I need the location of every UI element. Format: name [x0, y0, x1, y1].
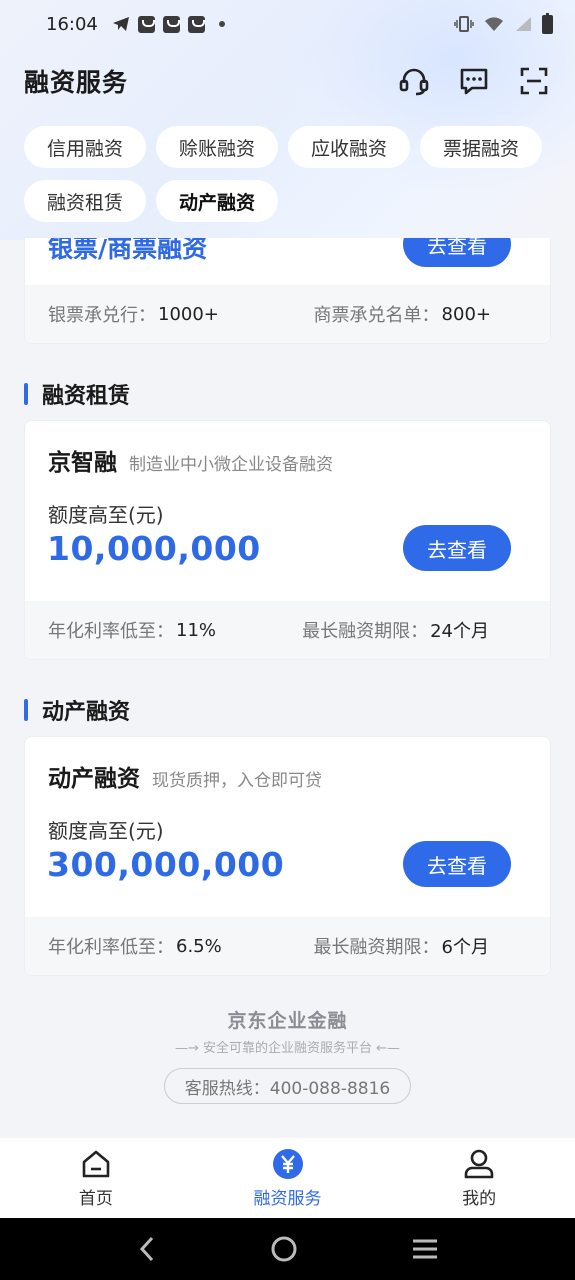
battery-icon: [542, 12, 553, 34]
tab-profile[interactable]: 我的: [383, 1138, 575, 1218]
bottom-tab-bar: 首页 融资服务 我的: [0, 1138, 575, 1218]
hotline-button[interactable]: 客服热线：400-088-8816: [164, 1068, 411, 1104]
vibrate-icon: [454, 16, 474, 32]
card-title: 京智融 制造业中小微企业设备融资: [48, 443, 333, 477]
amount-label: 额度高至(元): [48, 503, 164, 527]
stat-label: 银票承兑行：: [48, 305, 156, 326]
message-icon[interactable]: [457, 64, 491, 98]
tab-label: 首页: [78, 1188, 113, 1209]
brand-name: 京东企业金融: [227, 1010, 348, 1032]
view-button[interactable]: 去查看: [403, 525, 511, 571]
home-icon: [80, 1148, 112, 1180]
yuan-icon: [272, 1148, 304, 1180]
tab-label: 融资服务: [253, 1188, 322, 1209]
section-heading: 融资租赁: [24, 378, 130, 410]
brand-tagline: —→ 安全可靠的企业融资服务平台 ←—: [174, 1041, 401, 1056]
home-circle-icon[interactable]: [269, 1234, 299, 1264]
stat-value: 24个月: [430, 621, 489, 642]
category-chips: 信用融资 赊账融资 应收融资 票据融资 融资租赁 动产融资: [24, 126, 554, 234]
tab-home[interactable]: 首页: [0, 1138, 192, 1218]
status-time: 16:04: [46, 13, 98, 35]
wifi-icon: [485, 17, 503, 31]
stat-value: 6个月: [441, 937, 489, 958]
section-accent-bar: [24, 699, 28, 721]
user-icon: [463, 1148, 495, 1180]
section-title: 动产融资: [42, 700, 131, 725]
signal-icon: [516, 17, 531, 31]
customer-service-headset-icon[interactable]: [397, 64, 431, 98]
back-icon[interactable]: [135, 1235, 159, 1263]
amount-value: 10,000,000: [47, 529, 261, 568]
card-title: 动产融资 现货质押，入仓即可贷: [48, 759, 322, 793]
chip-movable-property-financing[interactable]: 动产融资: [156, 180, 278, 222]
card-title: 银票/商票融资: [48, 238, 208, 263]
stat-label: 最长融资期限：: [313, 937, 440, 958]
product-name: 动产融资: [48, 766, 140, 792]
product-subtitle: 制造业中小微企业设备融资: [129, 455, 333, 475]
product-subtitle: 现货质押，入仓即可贷: [152, 771, 322, 791]
page-header: 融资服务: [0, 56, 575, 106]
stat-value: 800+: [441, 303, 491, 325]
product-name: 京智融: [48, 450, 117, 476]
notification-bag-icon: [187, 15, 205, 33]
bill-financing-card[interactable]: 银票/商票融资 去查看 银票承兑行： 1000+ 商票承兑名单： 800+: [24, 238, 551, 344]
leasing-product-card[interactable]: 京智融 制造业中小微企业设备融资 额度高至(元) 10,000,000 去查看 年…: [24, 420, 551, 660]
section-title: 融资租赁: [42, 384, 131, 409]
stat-value: 11%: [176, 619, 217, 641]
notification-bag-icon: [162, 15, 180, 33]
chip-bill-financing[interactable]: 票据融资: [420, 126, 542, 168]
stat-value: 1000+: [158, 303, 219, 325]
recent-apps-icon[interactable]: [410, 1235, 440, 1263]
scan-icon[interactable]: [517, 64, 551, 98]
section-heading: 动产融资: [24, 694, 130, 726]
movable-financing-product-card[interactable]: 动产融资 现货质押，入仓即可贷 额度高至(元) 300,000,000 去查看 年…: [24, 736, 551, 976]
chip-receivables-financing[interactable]: 应收融资: [288, 126, 410, 168]
card-stats: 年化利率低至： 11% 最长融资期限： 24个月: [25, 601, 550, 659]
stat-label: 年化利率低至：: [48, 937, 174, 958]
stat-label: 最长融资期限：: [302, 621, 429, 642]
tab-financing-services[interactable]: 融资服务: [192, 1138, 384, 1218]
amount-value: 300,000,000: [47, 845, 285, 884]
page-title: 融资服务: [24, 68, 129, 97]
notification-bag-icon: [137, 15, 155, 33]
system-navigation-bar: [0, 1218, 575, 1280]
stat-label: 年化利率低至：: [48, 621, 174, 642]
amount-label: 额度高至(元): [48, 819, 164, 843]
stat-label: 商票承兑名单：: [313, 305, 440, 326]
status-bar: 16:04: [0, 0, 575, 48]
card-stats: 年化利率低至： 6.5% 最长融资期限： 6个月: [25, 917, 550, 975]
content-scroll-area[interactable]: 银票/商票融资 去查看 银票承兑行： 1000+ 商票承兑名单： 800+ 融资…: [0, 238, 575, 1138]
tab-label: 我的: [462, 1188, 497, 1209]
view-button[interactable]: 去查看: [403, 238, 511, 267]
more-notifications-dot-icon: [218, 21, 225, 27]
stat-value: 6.5%: [176, 935, 222, 957]
view-button[interactable]: 去查看: [403, 841, 511, 887]
telegram-icon: [112, 17, 129, 31]
card-stats: 银票承兑行： 1000+ 商票承兑名单： 800+: [25, 285, 550, 343]
chip-credit-sale-financing[interactable]: 赊账融资: [156, 126, 278, 168]
chip-credit-financing[interactable]: 信用融资: [24, 126, 146, 168]
footer-brand: 京东企业金融 —→ 安全可靠的企业融资服务平台 ←—: [0, 1006, 575, 1056]
chip-leasing[interactable]: 融资租赁: [24, 180, 146, 222]
section-accent-bar: [24, 383, 28, 405]
